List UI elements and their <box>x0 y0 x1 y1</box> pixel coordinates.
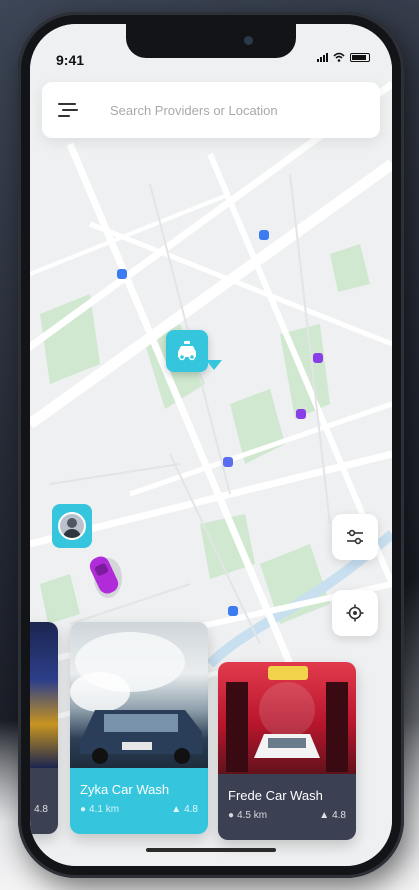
map-marker[interactable] <box>223 457 233 467</box>
search-input[interactable]: Search Providers or Location <box>110 103 278 118</box>
provider-distance: ● 4.1 km <box>80 804 120 815</box>
provider-photo <box>30 622 58 768</box>
car-icon <box>89 556 122 598</box>
location-pin-icon: ● <box>80 804 87 815</box>
avatar <box>58 512 86 540</box>
user-location-pin[interactable] <box>52 504 92 548</box>
pin-shadow <box>206 360 222 370</box>
provider-info: Frede Car Wash ● 4.5 km ▲ 4.8 <box>218 774 356 840</box>
status-icons <box>317 52 370 62</box>
wifi-icon <box>333 52 345 62</box>
locate-target-icon <box>346 604 364 622</box>
provider-rating: ▲ 4.8 <box>30 804 48 815</box>
provider-rating: ▲ 4.8 <box>319 810 346 821</box>
thumbs-up-icon: ▲ <box>30 804 31 815</box>
provider-name: Zyka Car Wash <box>80 782 170 797</box>
map-marker[interactable] <box>117 269 127 279</box>
provider-rating: ▲ 4.8 <box>171 804 198 815</box>
provider-distance: ● 4.5 km <box>228 810 268 821</box>
map-marker[interactable] <box>313 353 323 363</box>
camera-icon <box>244 36 253 45</box>
car-wash-location-pin[interactable] <box>166 330 208 372</box>
provider-card[interactable]: Zyka Car Wash ● 4.1 km ▲ 4.8 <box>70 622 208 834</box>
home-indicator[interactable] <box>146 848 276 852</box>
app-screen: 9:41 Search Providers or Location 4.8 Zy… <box>30 24 392 866</box>
provider-info: ▲ 4.8 <box>30 768 58 834</box>
car-wash-photo <box>226 666 348 772</box>
thumbs-up-icon: ▲ <box>171 804 182 815</box>
battery-icon <box>350 53 370 62</box>
car-wash-photo <box>70 632 202 764</box>
filter-button[interactable] <box>332 514 378 560</box>
provider-name: Frede Car Wash <box>228 788 323 803</box>
signal-icon <box>317 52 328 62</box>
provider-card[interactable]: Frede Car Wash ● 4.5 km ▲ 4.8 <box>218 662 356 840</box>
map-marker[interactable] <box>296 409 306 419</box>
notch <box>126 24 296 58</box>
location-pin-icon: ● <box>228 810 235 821</box>
provider-photo <box>70 622 208 768</box>
thumbs-up-icon: ▲ <box>319 810 330 821</box>
provider-photo <box>218 662 356 774</box>
menu-icon[interactable] <box>58 102 80 118</box>
phone-frame: 9:41 Search Providers or Location 4.8 Zy… <box>18 12 404 878</box>
provider-card[interactable]: ▲ 4.8 <box>30 622 58 834</box>
provider-info: Zyka Car Wash ● 4.1 km ▲ 4.8 <box>70 768 208 834</box>
map-marker[interactable] <box>228 606 238 616</box>
car-wash-icon <box>178 341 196 361</box>
map-marker[interactable] <box>259 230 269 240</box>
filter-sliders-icon <box>347 529 363 545</box>
status-time: 9:41 <box>56 52 85 68</box>
search-bar[interactable]: Search Providers or Location <box>42 82 380 138</box>
locate-me-button[interactable] <box>332 590 378 636</box>
